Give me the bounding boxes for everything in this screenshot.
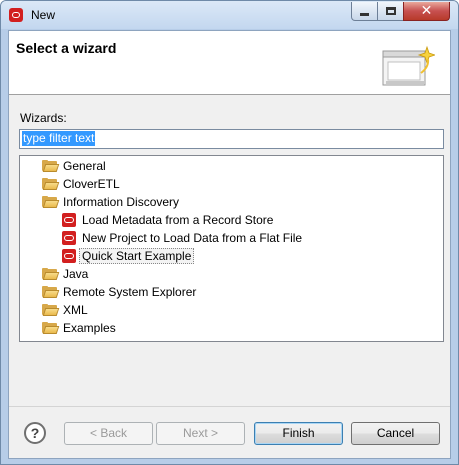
maximize-icon	[385, 7, 396, 15]
next-button[interactable]: Next >	[156, 422, 245, 445]
oracle-wizard-icon	[62, 213, 76, 227]
help-icon: ?	[30, 425, 40, 441]
folder-icon	[42, 322, 60, 334]
tree-folder-item[interactable]: Remote System Explorer	[42, 283, 196, 301]
tree-folder-item[interactable]: CloverETL	[42, 175, 120, 193]
button-bar-separator	[9, 406, 450, 407]
close-button[interactable]: ✕	[403, 2, 450, 21]
cancel-button[interactable]: Cancel	[351, 422, 440, 445]
window-title: New	[31, 8, 56, 22]
tree-item-label: Information Discovery	[63, 195, 180, 209]
tree-item-label: Remote System Explorer	[63, 285, 197, 299]
tree-item-label: Java	[63, 267, 89, 281]
filter-input[interactable]: type filter text	[19, 129, 444, 149]
tree-item-label: Examples	[63, 321, 116, 335]
tree-wizard-item[interactable]: Load Metadata from a Record Store	[62, 211, 273, 229]
oracle-wizard-icon	[62, 249, 76, 263]
close-icon: ✕	[420, 3, 433, 19]
folder-icon	[42, 196, 60, 208]
tree-folder-item[interactable]: XML	[42, 301, 88, 319]
tree-wizard-item[interactable]: New Project to Load Data from a Flat Fil…	[62, 229, 302, 247]
dialog-client-area: Select a wizard Wizards: type filter tex…	[8, 30, 451, 459]
finish-button[interactable]: Finish	[254, 422, 343, 445]
wizard-header: Select a wizard	[9, 31, 450, 95]
minimize-button[interactable]	[351, 2, 378, 21]
tree-folder-item[interactable]: Java	[42, 265, 88, 283]
help-button[interactable]: ?	[24, 422, 46, 444]
tree-item-label: Load Metadata from a Record Store	[82, 213, 274, 227]
oracle-app-icon	[9, 8, 23, 22]
wizard-tree[interactable]: General CloverETL Information Discovery Loa…	[19, 155, 444, 342]
folder-icon	[42, 268, 60, 280]
wizard-banner-icon	[382, 45, 435, 86]
title-bar[interactable]: New ✕	[1, 1, 458, 29]
minimize-icon	[360, 12, 369, 16]
wizards-label: Wizards:	[20, 111, 67, 125]
new-wizard-dialog: New ✕ Select a wizard Wizards: type filt…	[0, 0, 459, 465]
filter-text: type filter text	[22, 131, 96, 146]
folder-icon	[42, 178, 60, 190]
tree-item-label: CloverETL	[63, 177, 120, 191]
tree-item-label: XML	[63, 303, 88, 317]
tree-item-label: New Project to Load Data from a Flat Fil…	[82, 231, 303, 245]
tree-folder-item[interactable]: General	[42, 157, 106, 175]
tree-folder-item[interactable]: Information Discovery	[42, 193, 179, 211]
page-title: Select a wizard	[16, 40, 117, 56]
back-button[interactable]: < Back	[64, 422, 153, 445]
folder-icon	[42, 286, 60, 298]
tree-item-label: General	[63, 159, 106, 173]
tree-folder-item[interactable]: Examples	[42, 319, 116, 337]
folder-icon	[42, 304, 60, 316]
tree-wizard-item[interactable]: Quick Start Example	[62, 247, 195, 265]
oracle-wizard-icon	[62, 231, 76, 245]
tree-item-label: Quick Start Example	[79, 248, 195, 264]
maximize-button[interactable]	[377, 2, 404, 21]
folder-icon	[42, 160, 60, 172]
